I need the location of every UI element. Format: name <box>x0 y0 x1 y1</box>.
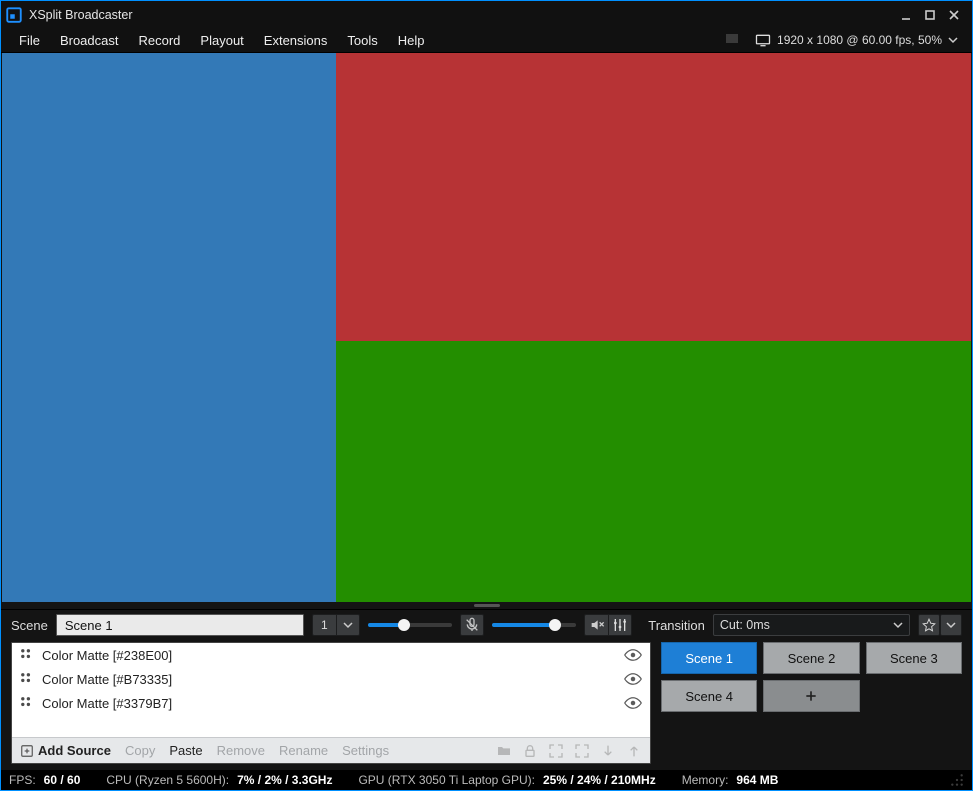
scene-button-4[interactable]: Scene 4 <box>661 680 757 712</box>
remove-button[interactable]: Remove <box>217 743 265 758</box>
memory-label: Memory: <box>682 773 729 787</box>
add-box-icon <box>20 744 34 758</box>
visibility-toggle-icon[interactable] <box>624 696 642 710</box>
add-source-button[interactable]: Add Source <box>20 743 111 758</box>
scene-button-3[interactable]: Scene 3 <box>866 642 962 674</box>
chevron-down-icon <box>343 620 353 630</box>
source-row[interactable]: Color Matte [#B73335] <box>12 667 650 691</box>
scene-button-2[interactable]: Scene 2 <box>763 642 859 674</box>
chevron-down-icon <box>893 620 903 630</box>
fps-label: FPS: <box>9 773 36 787</box>
color-matte-green[interactable] <box>336 341 971 602</box>
move-up-icon[interactable] <box>626 743 642 759</box>
source-name: Color Matte [#B73335] <box>42 672 624 687</box>
transition-label: Transition <box>648 618 705 633</box>
resize-grip-icon[interactable] <box>950 773 964 787</box>
settings-button[interactable]: Settings <box>342 743 389 758</box>
lock-icon[interactable] <box>522 743 538 759</box>
output-resolution-text: 1920 x 1080 @ 60.00 fps, 50% <box>777 33 942 47</box>
maximize-button[interactable] <box>918 3 942 27</box>
source-row[interactable]: Color Matte [#238E00] <box>12 643 650 667</box>
transition-select[interactable]: Cut: 0ms <box>713 614 910 636</box>
rename-button[interactable]: Rename <box>279 743 328 758</box>
fps-value: 60 / 60 <box>44 773 81 787</box>
scene-label: Scene <box>11 618 48 633</box>
app-logo-icon <box>5 6 23 24</box>
status-bar: FPS: 60 / 60 CPU (Ryzen 5 5600H): 7% / 2… <box>1 770 972 790</box>
sources-footer: Add Source Copy Paste Remove Rename Sett… <box>12 737 650 763</box>
title-bar: XSplit Broadcaster <box>1 1 972 28</box>
sliders-icon <box>612 617 628 633</box>
scene-preset-dropdown[interactable] <box>336 614 360 636</box>
speaker-mute-button[interactable] <box>584 614 608 636</box>
preview-canvas[interactable] <box>2 53 971 602</box>
visibility-toggle-icon[interactable] <box>624 672 642 686</box>
paste-button[interactable]: Paste <box>169 743 202 758</box>
scenes-grid: Scene 1 Scene 2 Scene 3 Scene 4 <box>661 642 962 764</box>
star-icon <box>922 618 936 632</box>
copy-button[interactable]: Copy <box>125 743 155 758</box>
minimize-button[interactable] <box>894 3 918 27</box>
menu-record[interactable]: Record <box>129 28 191 52</box>
menu-broadcast[interactable]: Broadcast <box>50 28 129 52</box>
add-scene-button[interactable] <box>763 680 859 712</box>
mic-off-icon <box>464 617 480 633</box>
panel-splitter[interactable] <box>1 602 972 609</box>
drag-handle-icon <box>20 672 34 686</box>
cpu-label: CPU (Ryzen 5 5600H): <box>106 773 229 787</box>
speaker-volume-slider[interactable] <box>492 614 576 636</box>
scene-button-1[interactable]: Scene 1 <box>661 642 757 674</box>
visibility-toggle-icon[interactable] <box>624 648 642 662</box>
plus-icon <box>803 688 819 704</box>
source-name: Color Matte [#238E00] <box>42 648 624 663</box>
folder-icon[interactable] <box>496 743 512 759</box>
audio-mixer-button[interactable] <box>608 614 632 636</box>
menu-playout[interactable]: Playout <box>190 28 253 52</box>
speaker-off-icon <box>589 617 605 633</box>
drag-handle-icon <box>20 696 34 710</box>
sources-list: Color Matte [#238E00] Color Matte [#B733… <box>12 643 650 737</box>
color-matte-blue[interactable] <box>2 53 336 602</box>
memory-value: 964 MB <box>736 773 778 787</box>
fit-icon[interactable] <box>574 743 590 759</box>
cpu-value: 7% / 2% / 3.3GHz <box>237 773 332 787</box>
menu-help[interactable]: Help <box>388 28 435 52</box>
menu-tools[interactable]: Tools <box>337 28 387 52</box>
stinger-favorite-button[interactable] <box>918 614 940 636</box>
source-row[interactable]: Color Matte [#3379B7] <box>12 691 650 715</box>
sources-panel: Color Matte [#238E00] Color Matte [#B733… <box>11 642 651 764</box>
menu-bar: File Broadcast Record Playout Extensions… <box>1 28 972 53</box>
scene-name-input[interactable]: Scene 1 <box>56 614 304 636</box>
preview-area <box>1 53 972 610</box>
chevron-down-icon <box>948 35 958 45</box>
mic-mute-button[interactable] <box>460 614 484 636</box>
chevron-down-icon <box>946 620 956 630</box>
drag-handle-icon <box>20 648 34 662</box>
gpu-label: GPU (RTX 3050 Ti Laptop GPU): <box>358 773 535 787</box>
gpu-value: 25% / 24% / 210MHz <box>543 773 656 787</box>
monitor-icon <box>755 34 771 47</box>
menu-extensions[interactable]: Extensions <box>254 28 338 52</box>
scene-preset-number[interactable]: 1 <box>312 614 336 636</box>
mic-volume-slider[interactable] <box>368 614 452 636</box>
expand-icon[interactable] <box>548 743 564 759</box>
move-down-icon[interactable] <box>600 743 616 759</box>
output-resolution-button[interactable]: 1920 x 1080 @ 60.00 fps, 50% <box>749 28 964 52</box>
scene-toolbar: Scene Scene 1 1 Transition <box>1 610 972 642</box>
close-button[interactable] <box>942 3 966 27</box>
source-name: Color Matte [#3379B7] <box>42 696 624 711</box>
bottom-shelf: Color Matte [#238E00] Color Matte [#B733… <box>1 642 972 770</box>
window-title: XSplit Broadcaster <box>29 8 133 22</box>
add-source-label: Add Source <box>38 743 111 758</box>
transition-value: Cut: 0ms <box>720 618 770 632</box>
menu-file[interactable]: File <box>9 28 50 52</box>
stinger-dropdown[interactable] <box>940 614 962 636</box>
color-matte-red[interactable] <box>336 53 971 341</box>
share-icon[interactable] <box>723 31 741 49</box>
